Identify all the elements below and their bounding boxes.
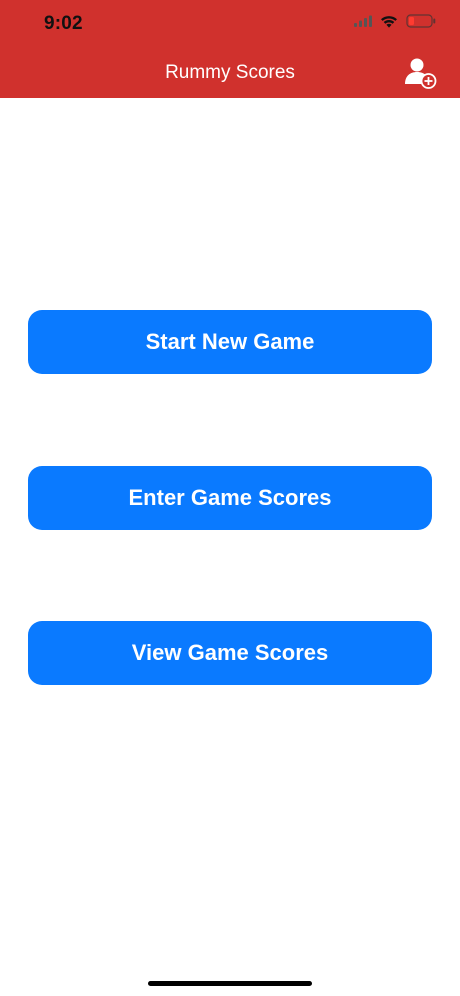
- add-user-icon: [404, 58, 438, 94]
- start-new-game-button[interactable]: Start New Game: [28, 310, 432, 374]
- home-indicator[interactable]: [148, 981, 312, 986]
- page-title: Rummy Scores: [165, 62, 295, 83]
- status-icons: [354, 14, 436, 28]
- view-game-scores-button[interactable]: View Game Scores: [28, 621, 432, 685]
- cellular-icon: [354, 15, 372, 27]
- nav-bar: 9:02 Rummy Scores: [0, 0, 460, 98]
- battery-icon: [406, 14, 436, 28]
- wifi-icon: [380, 15, 398, 28]
- status-time: 9:02: [44, 13, 83, 34]
- enter-game-scores-button[interactable]: Enter Game Scores: [28, 466, 432, 530]
- add-user-button[interactable]: [404, 56, 438, 90]
